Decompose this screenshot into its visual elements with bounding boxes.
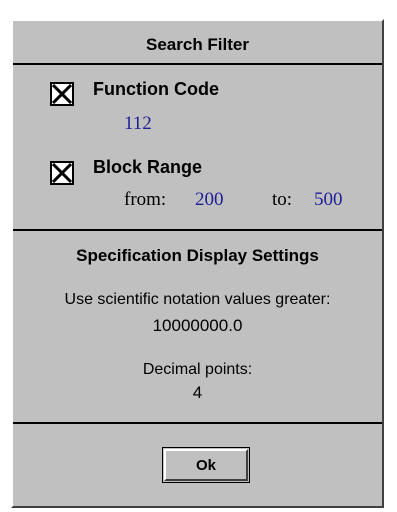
block-range-to-value[interactable]: 500 — [314, 189, 343, 211]
scientific-notation-value[interactable]: 10000000.0 — [13, 316, 382, 336]
block-range-to-label: to: — [272, 189, 293, 210]
search-filter-title: Search Filter — [146, 35, 249, 54]
function-code-checkbox[interactable] — [50, 82, 74, 106]
checkmark-x-icon — [52, 163, 72, 183]
block-range-from-label: from: — [124, 189, 167, 210]
scientific-notation-label: Use scientific notation values greater: — [64, 291, 331, 308]
spec-display-title: Specification Display Settings — [76, 246, 319, 265]
search-filter-dialog: Search Filter Function Code 112 Block Ra… — [11, 19, 384, 508]
block-range-label: Block Range — [93, 157, 203, 177]
decimal-points-label: Decimal points: — [142, 361, 253, 378]
decimal-points-value[interactable]: 4 — [13, 383, 382, 403]
ok-button[interactable]: Ok — [162, 447, 250, 483]
section-divider — [13, 229, 382, 231]
block-range-checkbox[interactable] — [50, 161, 74, 185]
checkmark-x-icon — [52, 84, 72, 104]
title-divider — [13, 63, 382, 65]
function-code-label: Function Code — [93, 79, 219, 99]
function-code-value[interactable]: 112 — [124, 113, 152, 135]
footer-divider — [13, 422, 382, 424]
block-range-from-value[interactable]: 200 — [195, 189, 224, 211]
ok-button-label: Ok — [164, 449, 248, 481]
